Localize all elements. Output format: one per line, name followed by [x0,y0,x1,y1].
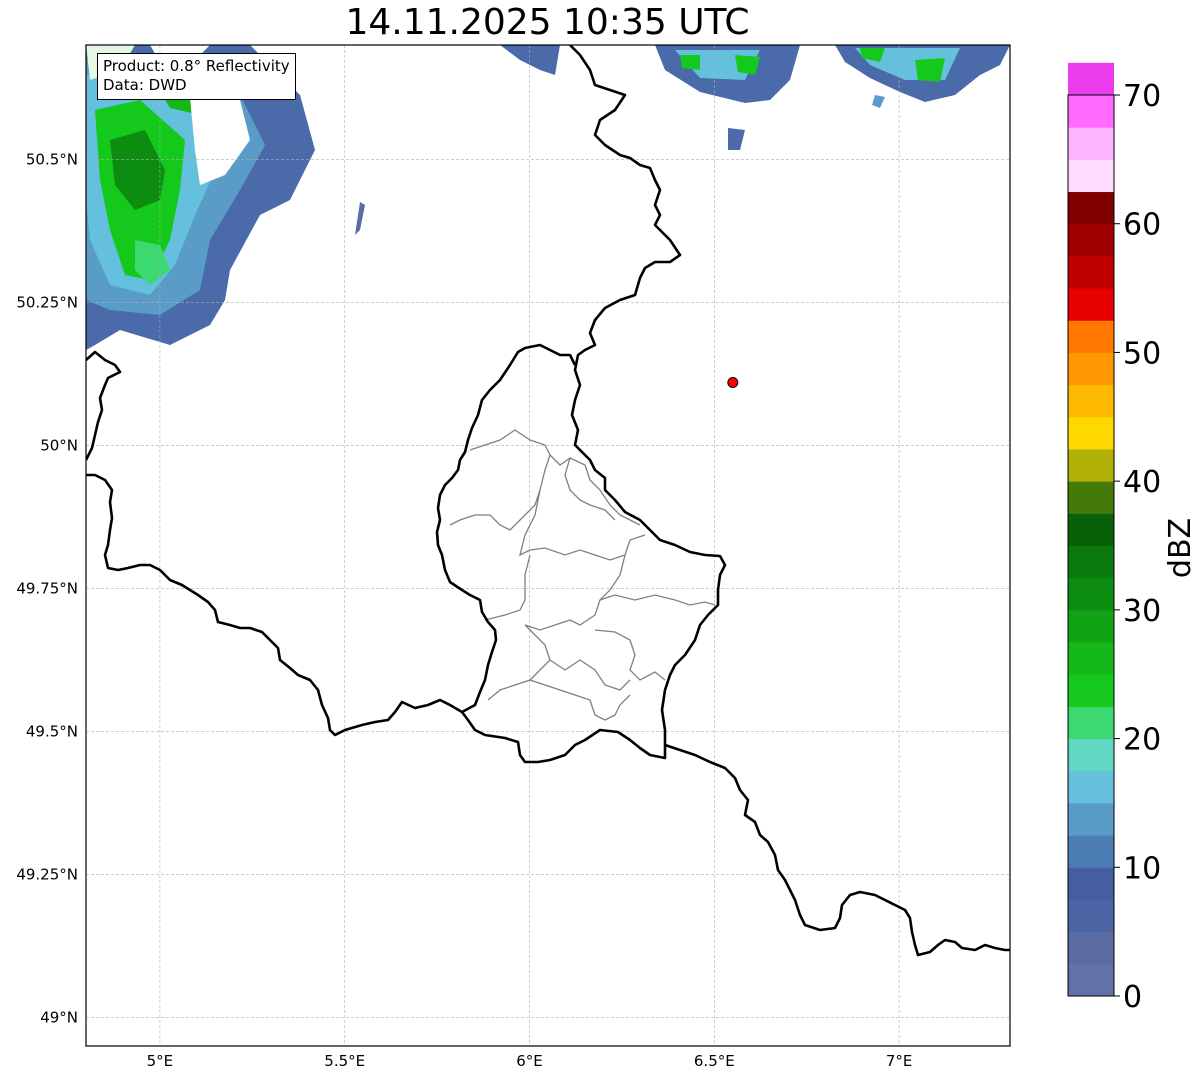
product-info-box: Product: 0.8° Reflectivity Data: DWD [97,53,296,100]
colorbar-segment [1068,320,1114,353]
colorbar-segment [1068,674,1114,707]
colorbar-tick-label: 0 [1123,980,1142,1015]
colorbar-segment [1068,191,1114,225]
lon-tick-label: 5°E [147,1052,174,1070]
colorbar-tick-label: 20 [1123,723,1161,758]
lon-tick-label: 7°E [886,1052,913,1070]
colorbar-segment [1068,899,1114,933]
radar-map-figure: 5°E 5.5°E 6°E 6.5°E 7°E 50.5°N 50.25°N 50°N 49.… [16,44,1198,1070]
colorbar-ticks: 0 10 20 30 40 50 60 70 [1114,79,1161,1015]
colorbar-segment [1068,223,1114,257]
colorbar-segment [1068,545,1114,579]
colorbar-segment [1068,159,1114,193]
colorbar-segment [1068,770,1114,804]
colorbar-segment [1068,352,1114,386]
colorbar-segment [1068,288,1114,321]
colorbar-tick-label: 50 [1123,336,1161,371]
colorbar-segment [1068,738,1114,772]
lat-tick-label: 49°N [40,1008,78,1026]
colorbar-segment [1068,802,1114,836]
colorbar-segment [1068,642,1114,675]
colorbar-segment [1068,963,1114,997]
colorbar-tick-label: 40 [1123,465,1161,500]
colorbar-segment [1068,95,1114,128]
colorbar-tick-label: 10 [1123,851,1161,886]
data-source-label: Data: DWD [103,76,187,94]
lat-tick-label: 49.75°N [16,579,78,597]
colorbar-segment [1068,513,1114,546]
colorbar-segment [1068,481,1114,514]
colorbar-segment [1068,255,1114,289]
lon-tick-label: 5.5°E [324,1052,365,1070]
colorbar-segments [1068,62,1114,997]
colorbar-segment [1068,62,1114,96]
lat-tick-label: 50°N [40,436,78,454]
colorbar-segment [1068,706,1114,740]
radar-site-marker[interactable] [727,376,739,388]
colorbar-segment [1068,127,1114,160]
colorbar-tick-label: 70 [1123,79,1161,114]
colorbar-segment [1068,416,1114,450]
colorbar-segment [1068,867,1114,900]
colorbar-tick-label: 60 [1123,208,1161,243]
product-label: Product: 0.8° Reflectivity [103,57,290,75]
colorbar-segment [1068,384,1114,418]
lat-tick-label: 50.5°N [26,150,78,168]
lat-tick-label: 49.25°N [16,865,78,883]
colorbar-segment [1068,577,1114,611]
lon-tick-label: 6°E [516,1052,543,1070]
colorbar-tick-label: 30 [1123,594,1161,629]
colorbar-segment [1068,835,1114,868]
lat-tick-label: 49.5°N [26,722,78,740]
colorbar-title: dBZ [1163,518,1198,578]
lat-tick-label: 50.25°N [16,293,78,311]
lon-tick-label: 6.5°E [694,1052,735,1070]
longitude-ticks: 5°E 5.5°E 6°E 6.5°E 7°E [147,1052,913,1070]
colorbar: 0 10 20 30 40 50 60 70 dBZ [1067,62,1198,1015]
colorbar-segment [1068,931,1114,965]
latitude-ticks: 50.5°N 50.25°N 50°N 49.75°N 49.5°N 49.25°N 49°… [16,150,78,1026]
colorbar-segment [1068,448,1114,482]
colorbar-segment [1068,609,1114,643]
